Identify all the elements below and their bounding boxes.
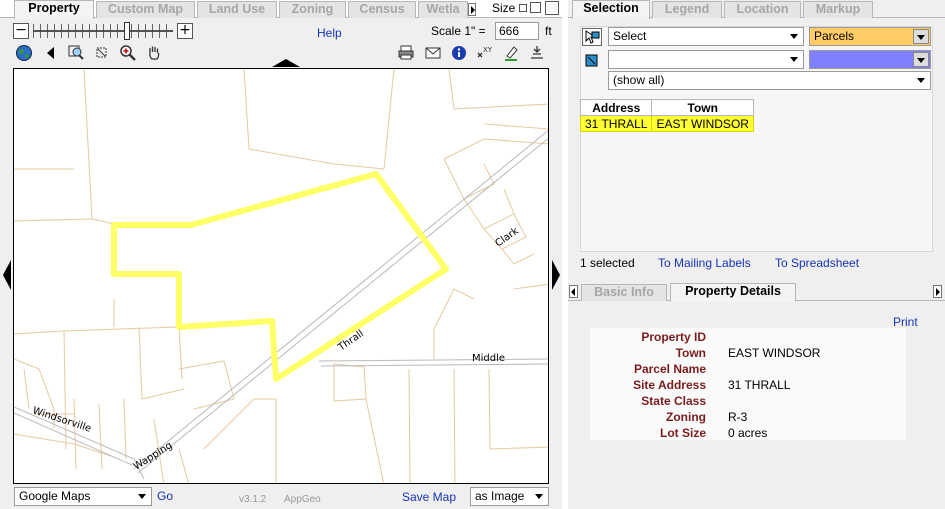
selected-count: 1 selected bbox=[580, 256, 635, 270]
detail-value: EAST WINDSOR bbox=[728, 346, 821, 360]
detail-row-zoning: Zoning R-3 bbox=[590, 409, 906, 425]
select-tool-value: Select bbox=[613, 29, 647, 43]
size-checkbox-large[interactable] bbox=[545, 1, 559, 15]
size-checkbox-medium[interactable] bbox=[530, 2, 541, 13]
svg-text:XY: XY bbox=[483, 46, 493, 54]
detail-row-site-address: Site Address 31 THRALL bbox=[590, 377, 906, 393]
select-tool-select[interactable]: Select bbox=[608, 27, 804, 46]
filter-select-value: (show all) bbox=[613, 73, 665, 87]
tab-land-use[interactable]: Land Use bbox=[197, 1, 277, 18]
target-select[interactable] bbox=[608, 50, 804, 69]
spreadsheet-link[interactable]: To Spreadsheet bbox=[775, 256, 859, 270]
back-arrow-icon[interactable] bbox=[42, 44, 60, 62]
detail-value: R-3 bbox=[728, 410, 748, 424]
detail-row-state-class: State Class bbox=[590, 393, 906, 409]
tab-location[interactable]: Location bbox=[724, 1, 801, 18]
target-tool-icon[interactable] bbox=[585, 54, 599, 68]
tab-markup[interactable]: Markup bbox=[803, 1, 873, 18]
detail-label: Town bbox=[675, 346, 706, 360]
parcel-map[interactable]: Clark Thrall Middle Windsorville Wapping bbox=[14, 69, 549, 484]
scale-input[interactable]: 666 bbox=[495, 22, 539, 40]
detail-label: Property ID bbox=[641, 330, 706, 344]
right-panel: Selection Legend Location Markup Select … bbox=[568, 0, 945, 509]
markup-pen-icon[interactable] bbox=[502, 44, 520, 62]
zoom-in-button[interactable]: + bbox=[177, 23, 193, 39]
tab-scroll-right-icon[interactable] bbox=[468, 3, 476, 16]
tab-legend[interactable]: Legend bbox=[652, 1, 722, 18]
save-map-link[interactable]: Save Map bbox=[402, 490, 456, 504]
map-panel: − + Help Scale 1" = 666 ft XY Clark Thra… bbox=[0, 18, 562, 509]
detail-label: Zoning bbox=[666, 410, 706, 424]
detail-label: Parcel Name bbox=[633, 362, 706, 376]
target-layer-select[interactable] bbox=[809, 50, 931, 69]
print-link[interactable]: Print bbox=[893, 315, 918, 329]
row-town[interactable]: EAST WINDSOR bbox=[651, 115, 754, 132]
appgeo-label: AppGeo bbox=[284, 494, 321, 505]
selected-parcel-outline[interactable] bbox=[111, 171, 449, 382]
scale-unit: ft bbox=[545, 24, 552, 38]
detail-row-town: Town EAST WINDSOR bbox=[590, 345, 906, 361]
detail-row-property-id: Property ID bbox=[590, 329, 906, 345]
selection-table: Address Town 31 THRALL EAST WINDSOR bbox=[579, 99, 754, 132]
detail-label: Site Address bbox=[633, 378, 706, 392]
map-view[interactable]: Clark Thrall Middle Windsorville Wapping bbox=[13, 68, 549, 484]
tab-selection[interactable]: Selection bbox=[572, 0, 650, 19]
basemap-select[interactable]: Google Maps bbox=[14, 487, 152, 506]
size-checkbox-small[interactable] bbox=[519, 4, 527, 12]
row-address[interactable]: 31 THRALL bbox=[579, 115, 653, 132]
info-scroll-right-icon[interactable] bbox=[933, 285, 942, 298]
detail-row-lot-size: Lot Size 0 acres bbox=[590, 425, 906, 441]
detail-label: Lot Size bbox=[659, 426, 706, 440]
zoom-slider-handle[interactable] bbox=[124, 22, 130, 40]
zoom-out-button[interactable]: − bbox=[13, 23, 29, 39]
pan-hand-icon[interactable] bbox=[145, 44, 163, 62]
tab-zoning[interactable]: Zoning bbox=[279, 1, 346, 18]
email-icon[interactable] bbox=[424, 44, 442, 62]
basemap-select-value: Google Maps bbox=[19, 489, 91, 503]
tab-custom-map[interactable]: Custom Map bbox=[96, 1, 195, 18]
go-link[interactable]: Go bbox=[157, 489, 173, 503]
left-tab-bar: Property Custom Map Land Use Zoning Cens… bbox=[0, 0, 562, 19]
mailing-labels-link[interactable]: To Mailing Labels bbox=[658, 256, 751, 270]
size-label: Size bbox=[492, 1, 516, 15]
detail-row-parcel-name: Parcel Name bbox=[590, 361, 906, 377]
filter-select[interactable]: (show all) bbox=[608, 71, 931, 90]
zoom-slider[interactable] bbox=[33, 22, 173, 40]
print-icon[interactable] bbox=[397, 44, 415, 62]
select-tool-icon[interactable] bbox=[582, 28, 602, 46]
tab-wetlands[interactable]: Wetla bbox=[418, 1, 468, 18]
layer-select-value: Parcels bbox=[814, 29, 855, 43]
zoom-box-icon[interactable] bbox=[93, 44, 111, 62]
layer-select[interactable]: Parcels bbox=[809, 27, 931, 46]
tab-property-details[interactable]: Property Details bbox=[670, 283, 796, 302]
zoom-extent-icon[interactable] bbox=[67, 44, 85, 62]
map-label-wapping: Wapping bbox=[132, 440, 175, 472]
pan-west-icon[interactable] bbox=[3, 260, 11, 290]
save-format-value: as Image bbox=[475, 489, 525, 503]
version-label: v3.1.2 bbox=[239, 494, 267, 505]
detail-value: 0 acres bbox=[728, 426, 768, 440]
info-icon[interactable] bbox=[450, 44, 468, 62]
tab-basic-info[interactable]: Basic Info bbox=[581, 284, 667, 301]
map-label-middle: Middle bbox=[472, 353, 505, 364]
help-link[interactable]: Help bbox=[317, 26, 342, 40]
tab-census[interactable]: Census bbox=[348, 1, 416, 18]
column-header-town[interactable]: Town bbox=[651, 99, 754, 116]
info-scroll-left-icon[interactable] bbox=[569, 285, 578, 298]
tab-property[interactable]: Property bbox=[14, 0, 94, 19]
globe-icon[interactable] bbox=[15, 44, 33, 62]
column-header-address[interactable]: Address bbox=[579, 99, 653, 116]
pan-north-icon[interactable] bbox=[272, 59, 300, 67]
zoom-in-tool-icon[interactable] bbox=[119, 44, 137, 62]
pan-east-icon[interactable] bbox=[552, 260, 560, 290]
coordinates-icon[interactable]: XY bbox=[476, 44, 494, 62]
clear-markup-icon[interactable] bbox=[528, 44, 546, 62]
detail-value: 31 THRALL bbox=[728, 378, 791, 392]
save-format-select[interactable]: as Image bbox=[470, 487, 549, 506]
scale-label: Scale 1" = bbox=[431, 24, 486, 38]
detail-label: State Class bbox=[641, 394, 706, 408]
table-row[interactable]: 31 THRALL EAST WINDSOR bbox=[579, 115, 754, 132]
map-label-windsorville: Windsorville bbox=[31, 405, 92, 434]
